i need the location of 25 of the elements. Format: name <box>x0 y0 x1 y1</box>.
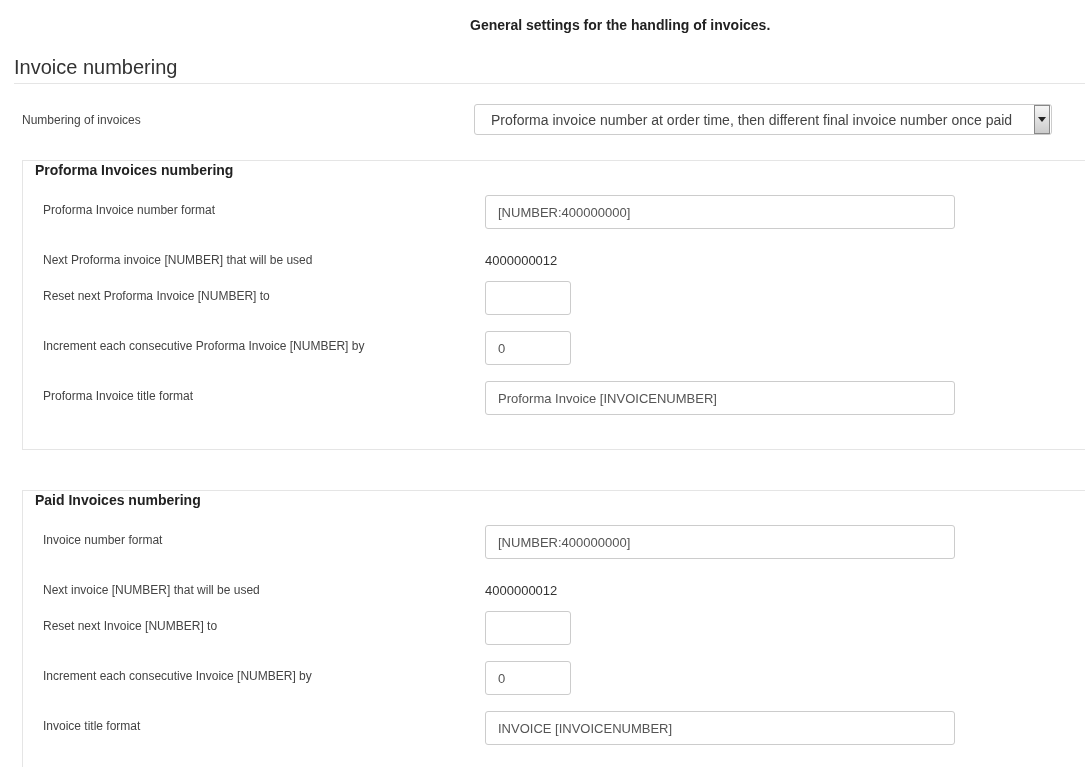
field-label: Numbering of invoices <box>22 112 142 127</box>
field-label: Reset next Invoice [NUMBER] to <box>43 618 219 633</box>
field-label: Next invoice [NUMBER] that will be used <box>43 582 261 597</box>
field-label: Invoice title format <box>43 718 142 733</box>
field-label: Next Proforma invoice [NUMBER] that will be used <box>43 252 314 267</box>
section-title: Invoice numbering <box>14 56 1085 84</box>
field-label: Invoice number format <box>43 532 164 547</box>
input-field[interactable]: 0 <box>485 331 571 365</box>
field-label: Reset next Proforma Invoice [NUMBER] to <box>43 288 271 303</box>
numbering-select[interactable]: Proforma invoice number at order time, then different final invoice number once paid <box>474 104 1052 135</box>
input-field[interactable] <box>485 281 571 315</box>
field-label: Increment each consecutive Proforma Invoice [NUMBER] by <box>43 338 366 353</box>
input-field[interactable] <box>485 611 571 645</box>
intro-text: General settings for the handling of invoices. <box>470 17 772 35</box>
field-value: 4000000012 <box>485 582 558 598</box>
input-field[interactable]: [NUMBER:400000000] <box>485 525 955 559</box>
caret-icon <box>1038 117 1046 122</box>
field-label: Increment each consecutive Invoice [NUMBER] by <box>43 668 313 683</box>
input-field[interactable]: [NUMBER:400000000] <box>485 195 955 229</box>
field-label: Proforma Invoice number format <box>43 202 217 217</box>
field-label: Proforma Invoice title format <box>43 388 195 403</box>
input-field[interactable]: Proforma Invoice [INVOICENUMBER] <box>485 381 955 415</box>
input-field[interactable]: INVOICE [INVOICENUMBER] <box>485 711 955 745</box>
input-field[interactable]: 0 <box>485 661 571 695</box>
field-value: 4000000012 <box>485 252 558 268</box>
